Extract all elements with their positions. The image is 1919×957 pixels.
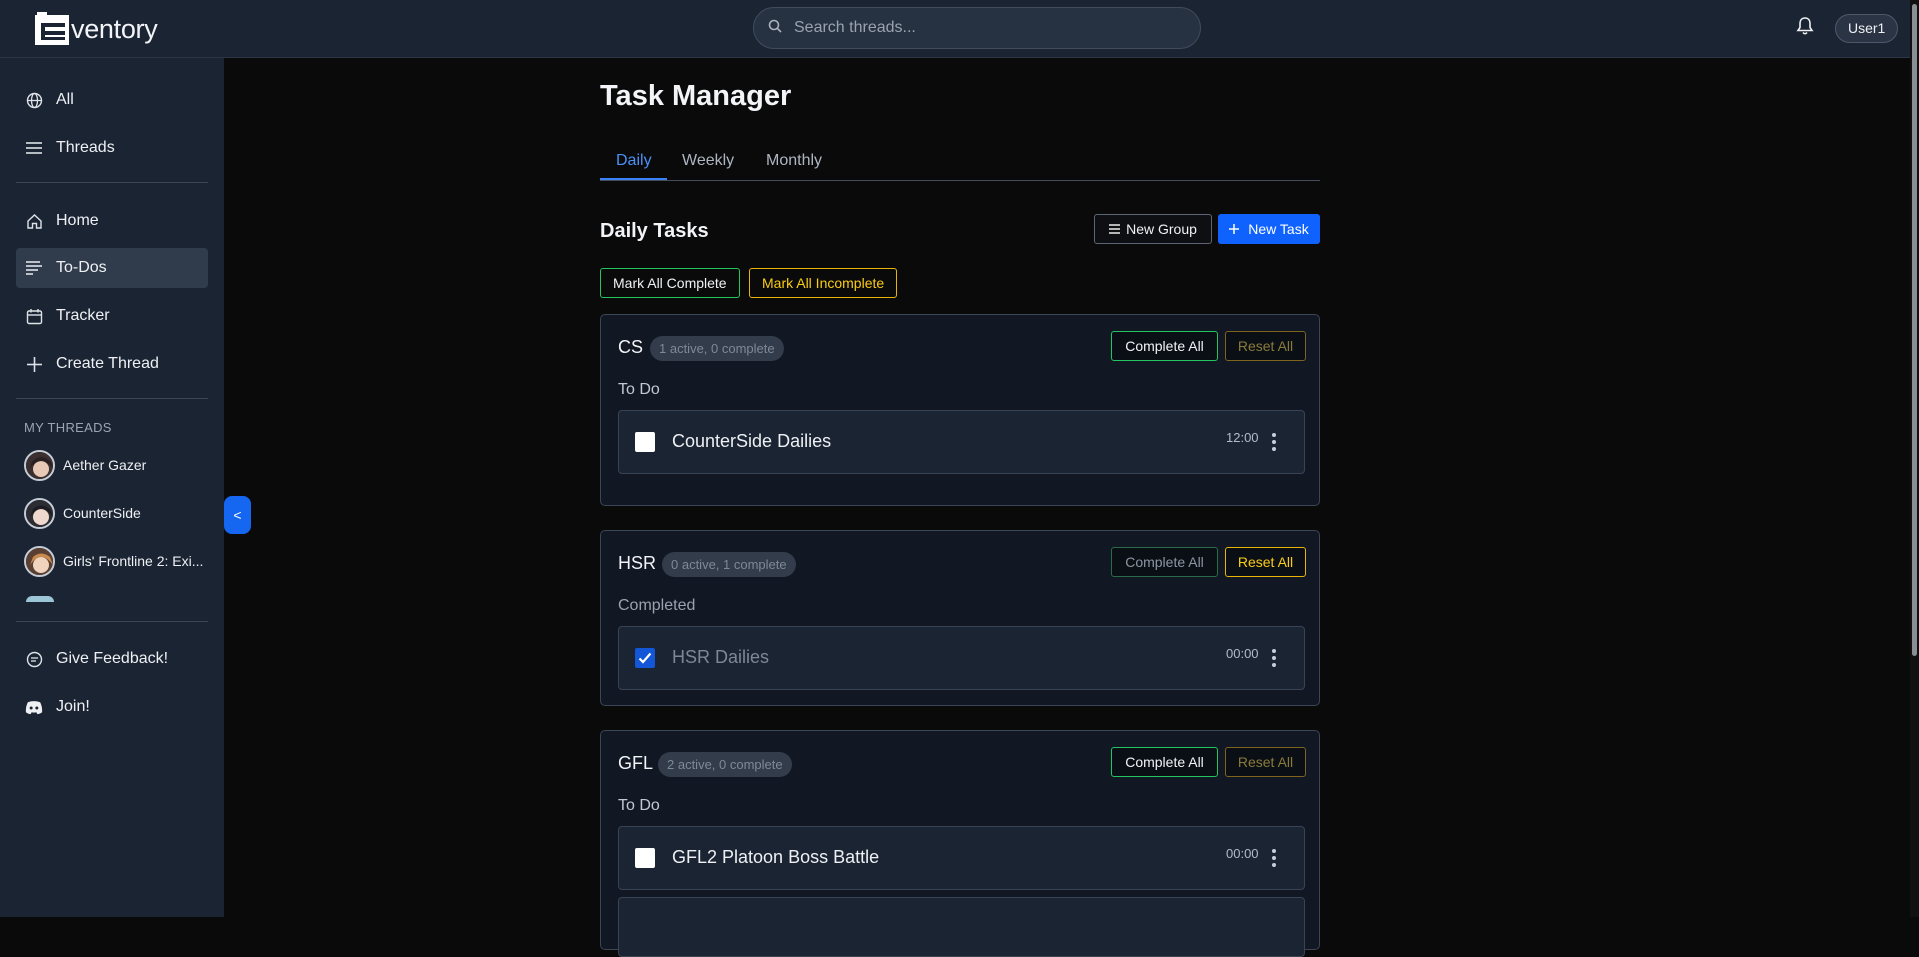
search-icon xyxy=(768,19,782,38)
new-group-label: New Group xyxy=(1126,221,1197,237)
sidebar-collapse-button[interactable]: < xyxy=(224,496,251,534)
feedback-icon xyxy=(25,650,43,668)
tab-weekly[interactable]: Weekly xyxy=(682,152,734,170)
group-status-heading: Completed xyxy=(618,597,696,614)
thread-item-girls-frontline-2[interactable]: Girls' Frontline 2: Exi... xyxy=(24,545,203,577)
group-name: HSR xyxy=(618,553,657,573)
sidebar-item-all[interactable]: All xyxy=(16,80,208,120)
task-checkbox[interactable] xyxy=(635,432,655,452)
sidebar-item-label: Tracker xyxy=(56,307,110,324)
more-options-icon[interactable] xyxy=(1271,848,1277,868)
active-tab-indicator xyxy=(600,178,667,180)
list-icon xyxy=(25,259,43,277)
calendar-icon xyxy=(25,307,43,325)
sidebar-divider xyxy=(16,398,208,399)
globe-icon xyxy=(25,91,43,109)
user-menu-button[interactable]: User1 xyxy=(1835,14,1899,43)
plus-icon xyxy=(25,355,43,373)
complete-all-button[interactable]: Complete All xyxy=(1111,331,1218,361)
task-time: 00:00 xyxy=(1226,646,1259,661)
tab-daily[interactable]: Daily xyxy=(616,152,652,170)
sidebar-item-give-feedback[interactable]: Give Feedback! xyxy=(16,639,208,679)
mark-all-incomplete-button[interactable]: Mark All Incomplete xyxy=(749,268,898,298)
sidebar-item-tracker[interactable]: Tracker xyxy=(16,296,208,336)
page-scrollbar-thumb[interactable] xyxy=(1912,4,1917,656)
task-item[interactable]: HSR Dailies 00:00 xyxy=(618,626,1305,690)
menu-icon xyxy=(1109,224,1121,234)
group-count-badge: 2 active, 0 complete xyxy=(658,752,792,777)
sidebar-item-label: Home xyxy=(56,212,99,229)
page-title: Task Manager xyxy=(600,80,792,112)
sidebar-item-label: All xyxy=(56,91,74,108)
mark-all-complete-button[interactable]: Mark All Complete xyxy=(600,268,740,298)
more-options-icon[interactable] xyxy=(1271,432,1277,452)
task-time: 12:00 xyxy=(1226,430,1259,445)
search-bar[interactable] xyxy=(753,7,1201,49)
bell-icon[interactable] xyxy=(1796,16,1814,41)
thread-name: Aether Gazer xyxy=(63,457,147,473)
reset-all-button[interactable]: Reset All xyxy=(1225,747,1306,777)
group-count-badge: 0 active, 1 complete xyxy=(662,552,796,577)
section-title: Daily Tasks xyxy=(600,220,709,242)
avatar xyxy=(24,545,55,577)
sidebar: All Threads Home To-Dos Tracker Create T… xyxy=(0,58,224,917)
top-bar: ventory User1 xyxy=(0,0,1919,58)
task-item[interactable]: CounterSide Dailies 12:00 xyxy=(618,410,1305,474)
sidebar-item-todos[interactable]: To-Dos xyxy=(16,248,208,288)
task-item[interactable]: GFL2 Platoon Boss Battle 00:00 xyxy=(618,826,1305,890)
new-task-button[interactable]: New Task xyxy=(1218,214,1320,244)
group-status-heading: To Do xyxy=(618,797,660,814)
sidebar-item-label: To-Dos xyxy=(56,259,107,276)
sidebar-divider xyxy=(16,182,208,183)
sidebar-item-label: Threads xyxy=(56,139,115,156)
task-checkbox-checked[interactable] xyxy=(635,648,655,668)
menu-icon xyxy=(25,139,43,157)
logo-mark-icon xyxy=(33,11,73,47)
tab-monthly[interactable]: Monthly xyxy=(766,152,822,170)
task-group-cs: CS 1 active, 0 complete Complete All Res… xyxy=(600,314,1320,506)
thread-name: CounterSide xyxy=(63,505,141,521)
discord-icon xyxy=(25,698,43,716)
new-task-label: New Task xyxy=(1248,221,1309,237)
complete-all-button[interactable]: Complete All xyxy=(1111,747,1218,777)
sidebar-item-join-discord[interactable]: Join! xyxy=(16,687,208,727)
avatar xyxy=(26,596,54,602)
sidebar-item-threads[interactable]: Threads xyxy=(16,128,208,168)
period-tabs: Daily Weekly Monthly xyxy=(600,143,1320,181)
thread-item-counterside[interactable]: CounterSide xyxy=(24,497,141,529)
reset-all-button[interactable]: Reset All xyxy=(1225,331,1306,361)
sidebar-divider xyxy=(16,621,208,622)
group-name: CS xyxy=(618,337,644,357)
thread-item-aether-gazer[interactable]: Aether Gazer xyxy=(24,449,146,481)
group-count-badge: 1 active, 0 complete xyxy=(650,336,784,361)
sidebar-item-create-thread[interactable]: Create Thread xyxy=(16,344,208,384)
task-checkbox[interactable] xyxy=(635,848,655,868)
avatar xyxy=(24,449,55,481)
plus-icon xyxy=(1229,224,1240,234)
logo-text: ventory xyxy=(71,13,158,44)
task-item[interactable] xyxy=(618,897,1305,957)
group-name: GFL xyxy=(618,753,654,773)
complete-all-button[interactable]: Complete All xyxy=(1111,547,1218,577)
home-icon xyxy=(25,212,43,230)
sidebar-item-label: Join! xyxy=(56,698,90,715)
task-group-hsr: HSR 0 active, 1 complete Complete All Re… xyxy=(600,530,1320,706)
task-name: HSR Dailies xyxy=(672,647,770,667)
app-logo[interactable]: ventory xyxy=(33,9,158,49)
task-name: CounterSide Dailies xyxy=(672,431,832,451)
sidebar-item-label: Give Feedback! xyxy=(56,650,169,667)
group-status-heading: To Do xyxy=(618,381,660,398)
new-group-button[interactable]: New Group xyxy=(1094,214,1212,244)
task-group-gfl: GFL 2 active, 0 complete Complete All Re… xyxy=(600,730,1320,957)
sidebar-item-label: Create Thread xyxy=(56,355,159,372)
task-name: GFL2 Platoon Boss Battle xyxy=(672,847,880,867)
more-options-icon[interactable] xyxy=(1271,648,1277,668)
search-input[interactable] xyxy=(794,19,1174,37)
reset-all-button[interactable]: Reset All xyxy=(1225,547,1306,577)
my-threads-heading: MY THREADS xyxy=(24,420,112,435)
avatar xyxy=(24,497,55,529)
thread-name: Girls' Frontline 2: Exi... xyxy=(63,553,204,569)
sidebar-item-home[interactable]: Home xyxy=(16,201,208,241)
task-time: 00:00 xyxy=(1226,846,1259,861)
